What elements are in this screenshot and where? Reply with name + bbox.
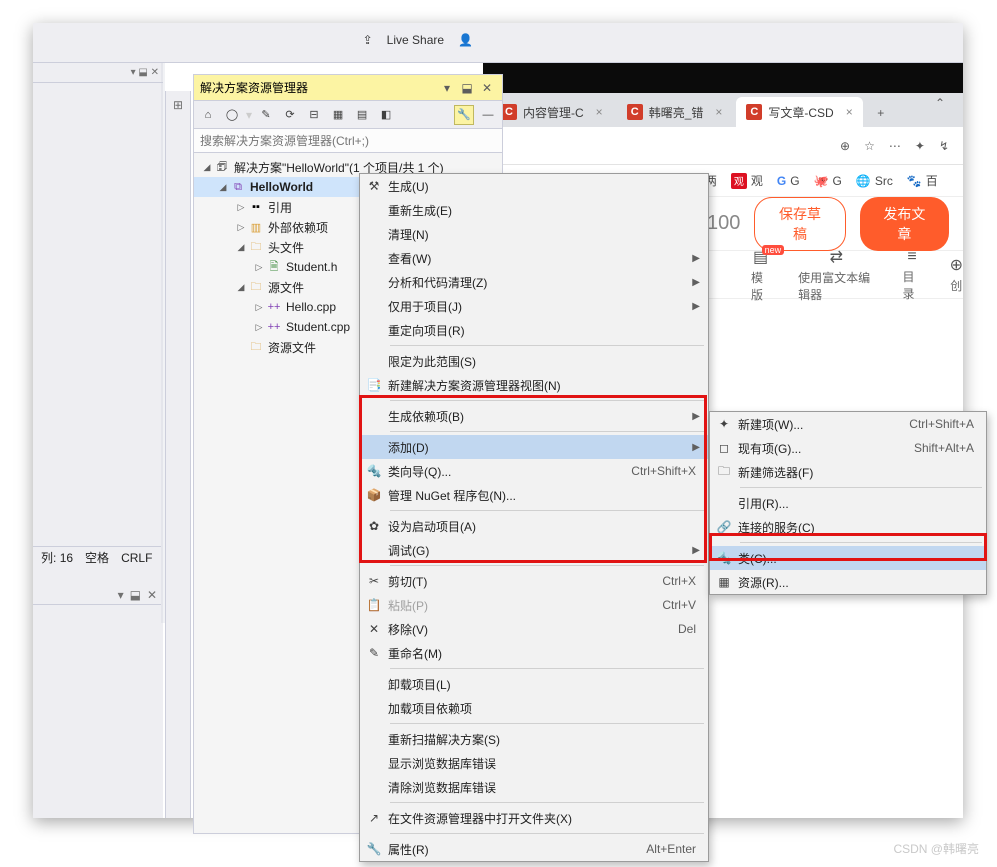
star-icon[interactable]: ☆: [864, 139, 875, 153]
menu-startup[interactable]: ✿设为启动项目(A): [360, 514, 708, 538]
home-icon[interactable]: ⌂: [198, 105, 218, 125]
menu-show-db-err[interactable]: 显示浏览数据库错误: [360, 751, 708, 775]
menu-debug[interactable]: 调试(G)▶: [360, 538, 708, 562]
project-context-menu: ⚒生成(U) 重新生成(E) 清理(N) 查看(W)▶ 分析和代码清理(Z)▶ …: [359, 173, 709, 862]
crlf-label: CRLF: [121, 551, 152, 565]
menu-class-wizard[interactable]: 🔩类向导(Q)...Ctrl+Shift+X: [360, 459, 708, 483]
browser-tab-strip: C内容管理-C× C韩曙亮_错× C写文章-CSD× +: [483, 93, 963, 127]
menu-paste: 📋粘贴(P)Ctrl+V: [360, 593, 708, 617]
show-all-icon[interactable]: ▦: [328, 105, 348, 125]
menu-view[interactable]: 查看(W)▶: [360, 246, 708, 270]
properties-icon[interactable]: ▤: [352, 105, 372, 125]
csdn-icon: C: [746, 104, 762, 120]
menu-clear-db-err[interactable]: 清除浏览数据库错误: [360, 775, 708, 799]
vs-side-toolbox: ⊞: [165, 91, 191, 818]
spaces-label: 空格: [85, 549, 109, 566]
menu-load-deps[interactable]: 加载项目依赖项: [360, 696, 708, 720]
browser-tab[interactable]: C韩曙亮_错×: [617, 97, 733, 127]
menu-rename[interactable]: ✎重命名(M): [360, 641, 708, 665]
save-draft-button[interactable]: 保存草稿: [754, 197, 845, 251]
menu-existing-item[interactable]: ◻现有项(G)...Shift+Alt+A: [710, 436, 986, 460]
wrench-icon[interactable]: 🔧: [454, 105, 474, 125]
menu-icon[interactable]: ⋯: [889, 139, 901, 153]
csdn-icon: C: [627, 104, 643, 120]
template-button[interactable]: ▤模版new: [751, 247, 770, 303]
browser-tab[interactable]: C内容管理-C×: [491, 97, 613, 127]
menu-retarget[interactable]: 重定向项目(R): [360, 318, 708, 342]
richtext-button[interactable]: ⇄使用富文本编辑器: [798, 247, 874, 303]
back-icon[interactable]: ◯: [222, 105, 242, 125]
menu-nuget[interactable]: 📦管理 NuGet 程序包(N)...: [360, 483, 708, 507]
refresh-icon[interactable]: ⟳: [280, 105, 300, 125]
menu-new-filter[interactable]: 🗀新建筛选器(F): [710, 460, 986, 484]
close-icon[interactable]: ×: [715, 105, 722, 119]
feedback-icon[interactable]: 👤: [458, 33, 473, 47]
preview-icon[interactable]: ◧: [376, 105, 396, 125]
share-icon: ⇪: [363, 33, 373, 47]
add-submenu: ✦新建项(W)...Ctrl+Shift+A ◻现有项(G)...Shift+A…: [709, 411, 987, 595]
menu-cut[interactable]: ✂剪切(T)Ctrl+X: [360, 569, 708, 593]
csdn-icon: C: [501, 104, 517, 120]
create-button[interactable]: ⊕创: [950, 255, 963, 294]
close-icon[interactable]: ×: [846, 105, 853, 119]
toolbox-icon[interactable]: ⊞: [168, 95, 188, 115]
pin-icon[interactable]: ⬓: [458, 79, 476, 97]
new-tab-button[interactable]: +: [867, 99, 895, 127]
menu-scope[interactable]: 限定为此范围(S): [360, 349, 708, 373]
bookmark-item[interactable]: 🐙G: [814, 174, 842, 188]
menu-build[interactable]: ⚒生成(U): [360, 174, 708, 198]
menu-new-item[interactable]: ✦新建项(W)...Ctrl+Shift+A: [710, 412, 986, 436]
menu-reference[interactable]: 引用(R)...: [710, 491, 986, 515]
vs-top-toolbar: ⇪ Live Share 👤: [33, 23, 963, 63]
menu-new-view[interactable]: 📑新建解决方案资源管理器视图(N): [360, 373, 708, 397]
vs-left-column: ▾ ⬓ ✕: [33, 63, 163, 818]
menu-class[interactable]: 🔩类(C)...: [710, 546, 986, 570]
menu-rescan[interactable]: 重新扫描解决方案(S): [360, 727, 708, 751]
menu-project-only[interactable]: 仅用于项目(J)▶: [360, 294, 708, 318]
menu-analyze[interactable]: 分析和代码清理(Z)▶: [360, 270, 708, 294]
bookmark-item[interactable]: 观观: [731, 172, 763, 189]
close-icon[interactable]: ×: [596, 105, 603, 119]
sync-icon[interactable]: ✎: [256, 105, 276, 125]
solution-search[interactable]: [194, 129, 502, 153]
status-bar: 列: 16 空格 CRLF: [33, 546, 161, 568]
column-label: 列: 16: [41, 549, 73, 566]
url-bar: ⊕ ☆ ⋯ ✦ ↯: [483, 127, 963, 165]
publish-button[interactable]: 发布文章: [860, 197, 949, 251]
extension-icon[interactable]: ✦: [915, 139, 925, 153]
solution-explorer-title: 解决方案资源管理器 ▾ ⬓ ✕: [194, 75, 502, 101]
menu-rebuild[interactable]: 重新生成(E): [360, 198, 708, 222]
menu-clean[interactable]: 清理(N): [360, 222, 708, 246]
menu-open-explorer[interactable]: ↗在文件资源管理器中打开文件夹(X): [360, 806, 708, 830]
menu-build-deps[interactable]: 生成依赖项(B)▶: [360, 404, 708, 428]
word-count: 100: [707, 212, 740, 235]
filter-icon[interactable]: —: [478, 105, 498, 125]
dropdown-icon[interactable]: ▾: [438, 79, 456, 97]
solution-toolbar: ⌂ ◯ ▾ ✎ ⟳ ⊟ ▦ ▤ ◧ 🔧 —: [194, 101, 502, 129]
hanger-icon[interactable]: ⌃: [935, 96, 945, 110]
bookmark-item[interactable]: GG: [777, 174, 800, 188]
close-icon[interactable]: ✕: [478, 79, 496, 97]
browser-tab-active[interactable]: C写文章-CSD×: [736, 97, 862, 127]
menu-remove[interactable]: ✕移除(V)Del: [360, 617, 708, 641]
menu-add[interactable]: 添加(D)▶: [360, 435, 708, 459]
zoom-icon[interactable]: ⊕: [840, 139, 850, 153]
menu-connected-service[interactable]: 🔗连接的服务(C): [710, 515, 986, 539]
bookmark-item[interactable]: 🌐Src: [856, 174, 893, 188]
extension-icon[interactable]: ↯: [939, 139, 949, 153]
search-input[interactable]: [200, 134, 496, 148]
live-share-button[interactable]: Live Share: [387, 33, 444, 47]
collapse-icon[interactable]: ⊟: [304, 105, 324, 125]
menu-unload[interactable]: 卸载项目(L): [360, 672, 708, 696]
bookmark-item[interactable]: 🐾百: [907, 172, 938, 189]
watermark: CSDN @韩曙亮: [893, 840, 979, 857]
menu-resource[interactable]: ▦资源(R)...: [710, 570, 986, 594]
menu-properties[interactable]: 🔧属性(R)Alt+Enter: [360, 837, 708, 861]
toc-button[interactable]: ≡目录: [903, 248, 922, 302]
dock-header: ▾⬓✕: [33, 585, 161, 605]
